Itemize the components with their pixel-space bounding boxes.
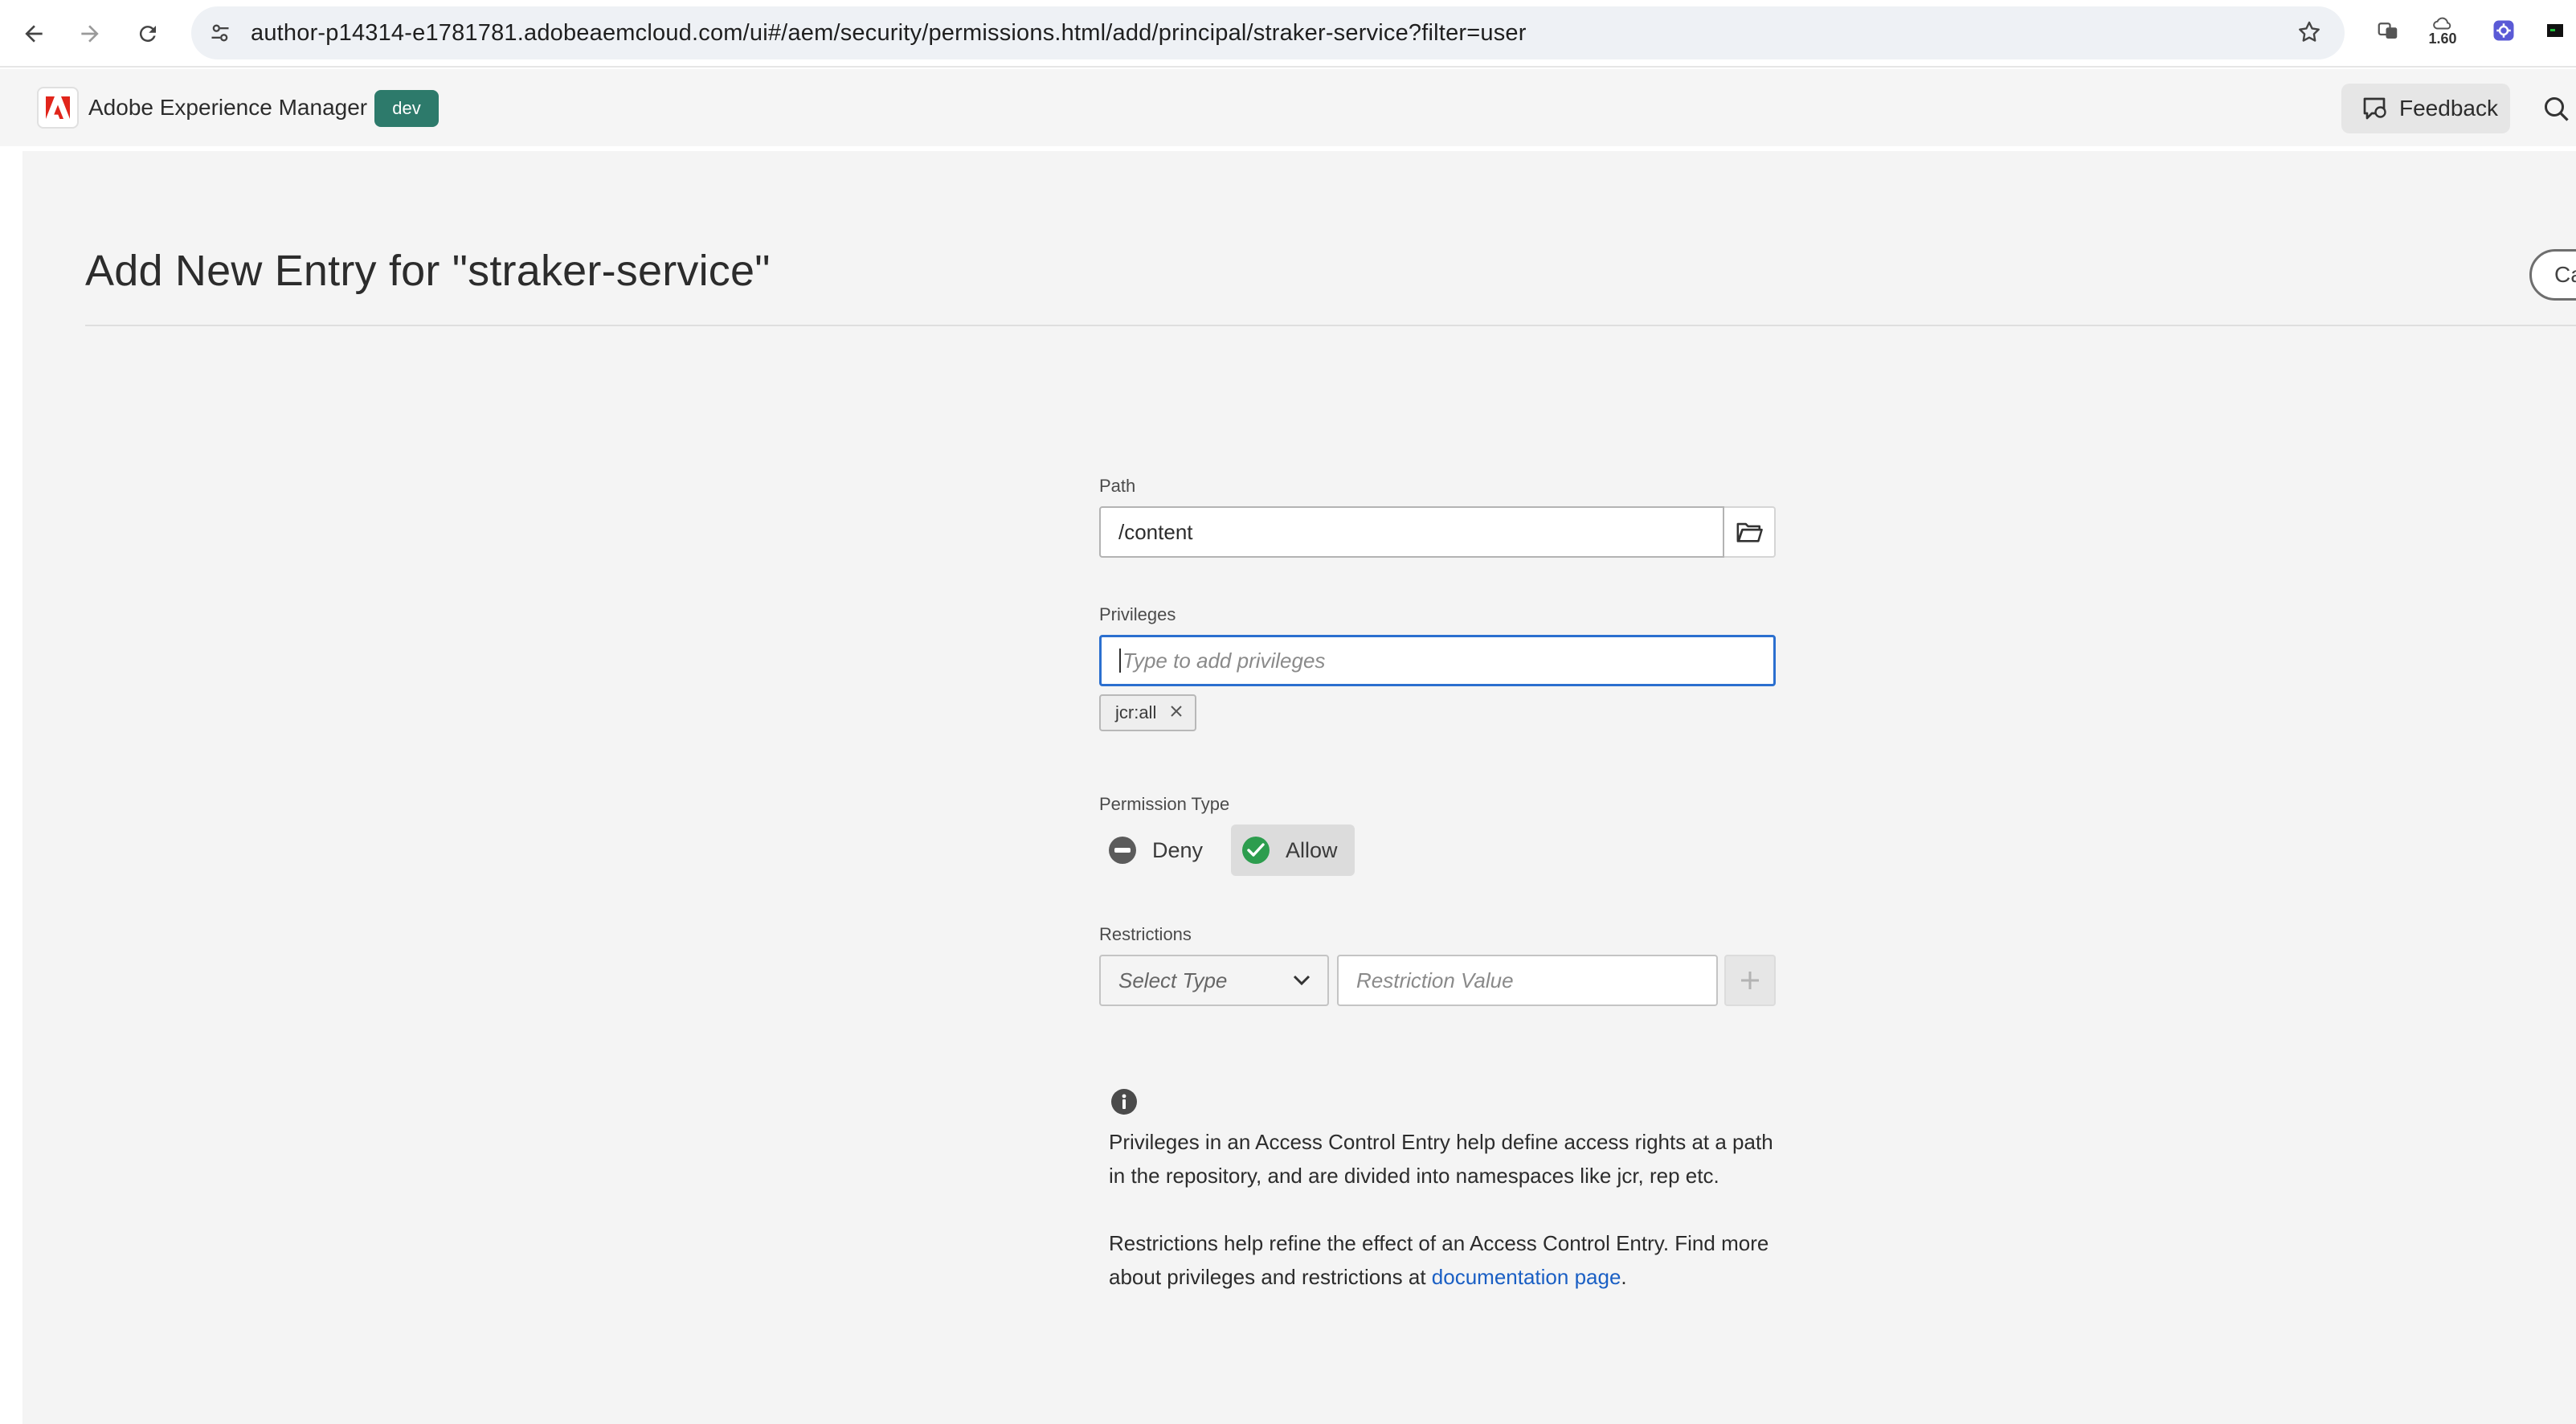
remove-tag-button[interactable] bbox=[1169, 703, 1184, 722]
restrictions-info-suffix: . bbox=[1621, 1265, 1627, 1289]
add-restriction-button[interactable] bbox=[1724, 955, 1776, 1006]
privilege-tag: jcr:all bbox=[1099, 694, 1197, 731]
star-icon bbox=[2299, 21, 2320, 42]
deny-option[interactable]: Deny bbox=[1109, 825, 1221, 876]
cancel-button[interactable]: Ca bbox=[2529, 249, 2576, 301]
deny-label: Deny bbox=[1152, 837, 1204, 862]
info-icon bbox=[1110, 1088, 1138, 1115]
restriction-value-placeholder: Restriction Value bbox=[1356, 968, 1514, 992]
path-value: /content bbox=[1118, 519, 1193, 544]
chevron-down-icon bbox=[1290, 969, 1313, 992]
search-icon bbox=[2545, 97, 2569, 121]
aem-header: Adobe Experience Manager dev Feedback bbox=[0, 69, 2576, 146]
env-badge: dev bbox=[374, 90, 439, 127]
feedback-label: Feedback bbox=[2399, 96, 2498, 121]
path-label: Path bbox=[1099, 476, 1136, 496]
url-text[interactable]: author-p14314-e1781781.adobeaemcloud.com… bbox=[251, 20, 1527, 47]
extension-button-2[interactable]: 1.60 bbox=[2425, 13, 2460, 48]
restriction-type-select[interactable]: Select Type bbox=[1099, 955, 1329, 1006]
check-circle-icon bbox=[1242, 837, 1270, 864]
adobe-logo[interactable] bbox=[37, 87, 79, 129]
extension-button-4[interactable] bbox=[2544, 13, 2576, 48]
adobe-logo-icon bbox=[46, 96, 70, 119]
restrictions-info-text: Restrictions help refine the effect of a… bbox=[1109, 1226, 1776, 1294]
browser-toolbar: author-p14314-e1781781.adobeaemcloud.com… bbox=[0, 0, 2576, 68]
text-cursor bbox=[1119, 649, 1121, 673]
app-name[interactable]: Adobe Experience Manager bbox=[88, 95, 367, 121]
feedback-icon bbox=[2363, 97, 2386, 120]
privileges-input[interactable]: Type to add privileges bbox=[1099, 635, 1776, 686]
tune-icon bbox=[211, 24, 229, 42]
extension-badge: 1.60 bbox=[2428, 31, 2457, 47]
browse-path-button[interactable] bbox=[1724, 506, 1776, 558]
documentation-link[interactable]: documentation page bbox=[1432, 1265, 1621, 1289]
privileges-label: Privileges bbox=[1099, 604, 1176, 624]
privilege-tag-label: jcr:all bbox=[1115, 702, 1157, 722]
forward-button[interactable] bbox=[71, 14, 109, 53]
privileges-info-text: Privileges in an Access Control Entry he… bbox=[1109, 1130, 1773, 1188]
extension-button-3[interactable] bbox=[2486, 13, 2521, 48]
terminal-extension-icon bbox=[2547, 24, 2563, 37]
restrictions-label: Restrictions bbox=[1099, 924, 1192, 944]
close-icon bbox=[1171, 706, 1183, 717]
reload-icon bbox=[139, 26, 156, 43]
allow-label: Allow bbox=[1286, 837, 1338, 862]
translate-extension-icon bbox=[2378, 23, 2398, 39]
path-input[interactable]: /content bbox=[1099, 506, 1724, 558]
search-button[interactable] bbox=[2539, 92, 2574, 127]
back-button[interactable] bbox=[14, 14, 53, 53]
cloud-extension-icon bbox=[2433, 17, 2451, 30]
extension-button-1[interactable] bbox=[2370, 13, 2406, 48]
arrow-left-icon bbox=[25, 25, 43, 43]
gear-extension-icon bbox=[2493, 20, 2514, 41]
title-divider bbox=[85, 325, 2576, 326]
minus-circle-icon bbox=[1109, 837, 1136, 864]
feedback-button[interactable]: Feedback bbox=[2341, 84, 2510, 133]
site-info-button[interactable] bbox=[204, 17, 236, 49]
address-bar[interactable]: author-p14314-e1781781.adobeaemcloud.com… bbox=[191, 6, 2345, 59]
page-title: Add New Entry for "straker-service" bbox=[85, 247, 771, 295]
allow-option[interactable]: Allow bbox=[1231, 825, 1355, 876]
select-type-placeholder: Select Type bbox=[1118, 968, 1228, 992]
permission-type-label: Permission Type bbox=[1099, 794, 1230, 814]
restriction-value-input[interactable]: Restriction Value bbox=[1337, 955, 1718, 1006]
privileges-placeholder: Type to add privileges bbox=[1122, 648, 1326, 673]
reload-button[interactable] bbox=[129, 14, 167, 53]
bookmark-button[interactable] bbox=[2293, 16, 2325, 48]
plus-icon bbox=[1741, 972, 1759, 989]
arrow-right-icon bbox=[81, 25, 99, 43]
folder-icon bbox=[1736, 522, 1763, 542]
